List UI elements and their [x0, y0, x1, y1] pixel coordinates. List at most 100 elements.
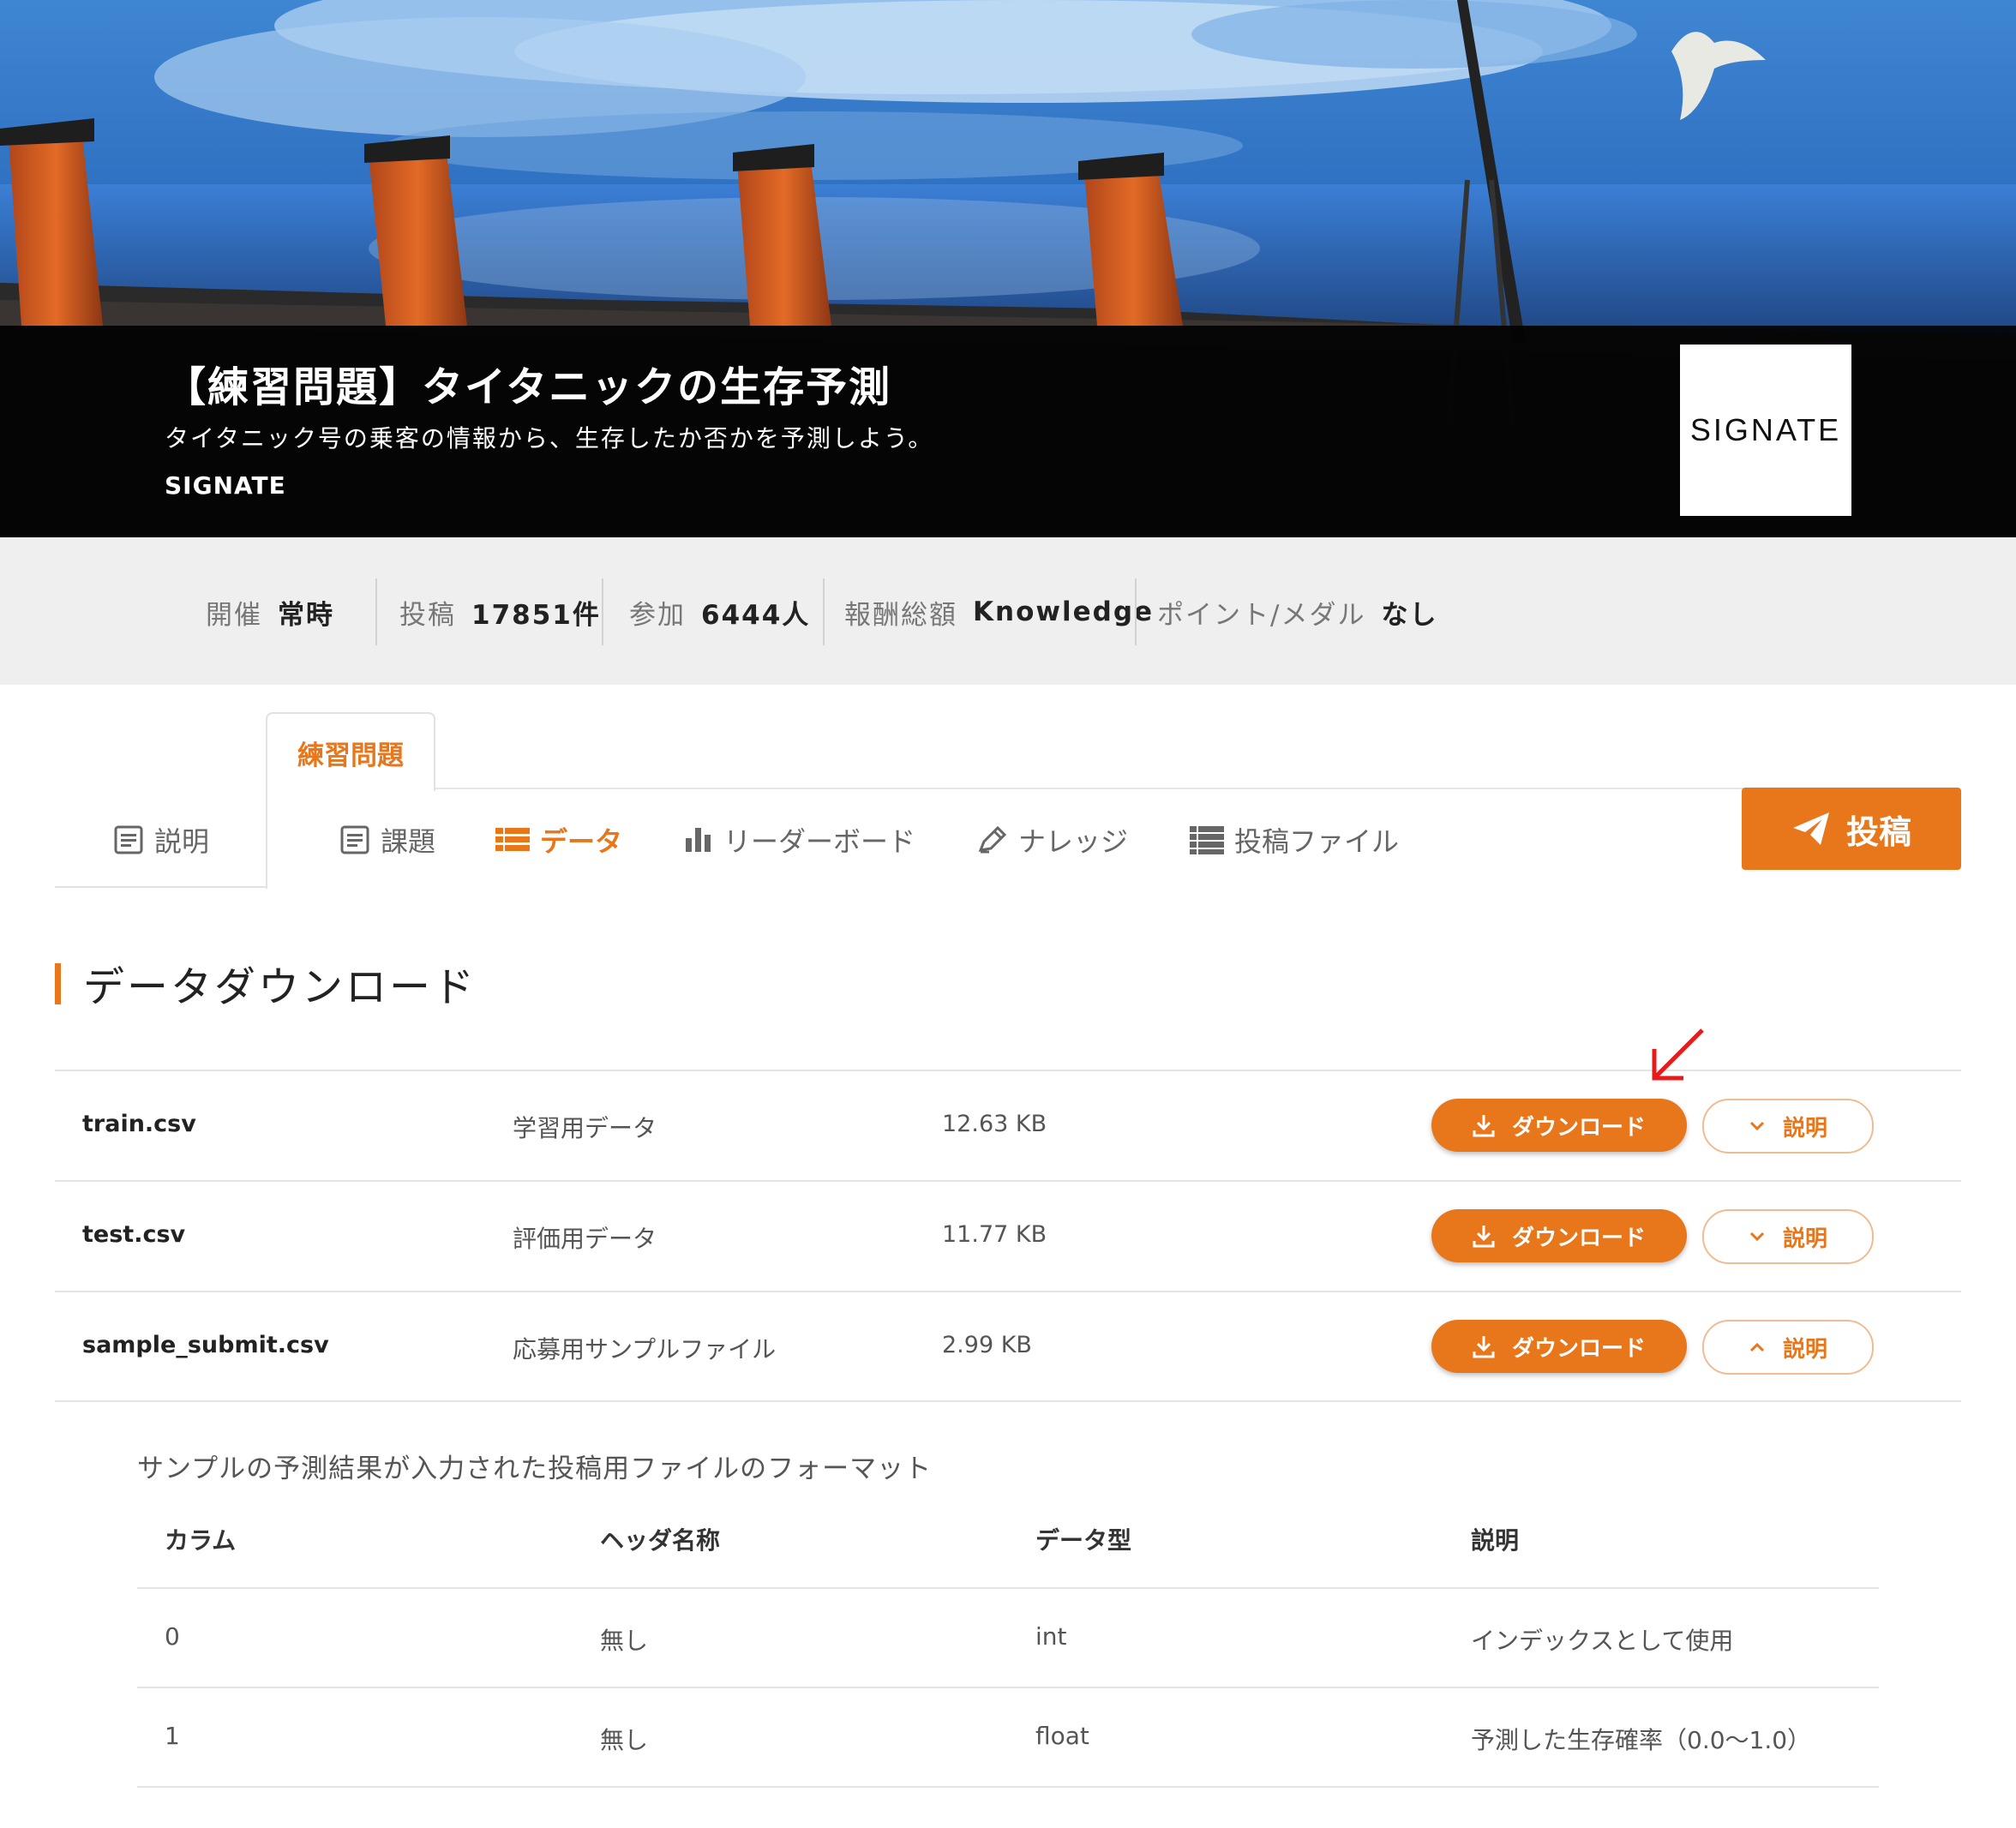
tab-practice[interactable]: 練習問題 [266, 712, 435, 791]
table-cell: インデックスとして使用 [1471, 1627, 1734, 1655]
stat-value: Knowledge [973, 596, 1155, 627]
table-divider [137, 1687, 1879, 1688]
tab-knowledge[interactable]: ナレッジ [977, 814, 1128, 866]
tab-leaderboard[interactable]: リーダーボード [684, 814, 915, 866]
stat-label: ポイント/メダル [1157, 599, 1366, 631]
file-name: sample_submit.csv [82, 1332, 329, 1358]
format-caption: サンプルの予測結果が入力された投稿用ファイルのフォーマット [137, 1453, 933, 1484]
download-label: ダウンロード [1511, 1335, 1646, 1362]
pencil-icon [977, 824, 1008, 855]
explain-label: 説明 [1782, 1115, 1827, 1142]
download-button[interactable]: ダウンロード [1431, 1320, 1687, 1373]
explain-toggle-button[interactable]: 説明 [1702, 1320, 1874, 1375]
column-header: カラム [165, 1526, 237, 1555]
table-cell: 無し [600, 1726, 649, 1754]
stat-reward: 報酬総額 Knowledge [844, 578, 1154, 645]
column-header: ヘッダ名称 [600, 1526, 721, 1555]
column-header: 説明 [1471, 1526, 1520, 1555]
document-icon [339, 824, 370, 855]
table-cell: 無し [600, 1627, 649, 1655]
table-cell: int [1035, 1622, 1067, 1651]
competition-title: 【練習問題】タイタニックの生存予測 [165, 363, 892, 411]
stat-period: 開催 常時 [206, 578, 334, 645]
submit-button[interactable]: 投稿 [1742, 788, 1961, 870]
file-description: 学習用データ [513, 1114, 657, 1142]
file-size: 12.63 KB [942, 1111, 1047, 1137]
competition-subtitle: タイタニック号の乗客の情報から、生存したか否かを予測しよう。 [165, 424, 934, 453]
row-divider [55, 1180, 1961, 1182]
chevron-down-icon [1749, 1232, 1765, 1242]
tab-data[interactable]: データ [495, 814, 622, 866]
stat-participants: 参加 6444人 [629, 578, 810, 645]
stat-value: 常時 [278, 599, 334, 631]
download-button[interactable]: ダウンロード [1431, 1209, 1687, 1262]
chevron-up-icon [1749, 1342, 1765, 1352]
tab-leaderboard-label: リーダーボード [723, 825, 916, 858]
divider [375, 578, 377, 645]
table-cell: 予測した生存確率（0.0〜1.0） [1471, 1726, 1812, 1754]
section-title: データダウンロード [83, 963, 477, 1011]
table-cell: 1 [165, 1722, 180, 1750]
bar-chart-icon [684, 824, 713, 855]
table-divider [137, 1587, 1879, 1589]
tab-submissions-label: 投稿ファイル [1234, 825, 1400, 858]
stat-label: 開催 [206, 599, 262, 631]
submit-button-label: 投稿 [1845, 812, 1911, 851]
explain-toggle-button[interactable]: 説明 [1702, 1209, 1874, 1264]
tab-description[interactable]: 説明 [113, 814, 209, 866]
tab-border [55, 886, 267, 888]
chevron-down-icon [1749, 1121, 1765, 1131]
stat-value: 6444人 [701, 599, 811, 631]
tab-data-label: データ [540, 825, 623, 858]
logo-text: SIGNATE [1689, 412, 1842, 447]
download-label: ダウンロード [1511, 1225, 1646, 1251]
organizer-logo[interactable]: SIGNATE [1680, 345, 1851, 516]
table-cell: float [1035, 1722, 1089, 1750]
file-description: 評価用データ [513, 1225, 657, 1253]
column-header: データ型 [1035, 1526, 1132, 1555]
file-size: 2.99 KB [942, 1332, 1032, 1358]
explain-toggle-button[interactable]: 説明 [1702, 1099, 1874, 1154]
table-divider [137, 1786, 1879, 1788]
table-icon [1190, 824, 1224, 855]
tab-practice-label: 練習問題 [297, 740, 404, 771]
tab-task[interactable]: 課題 [339, 814, 435, 866]
divider [1135, 578, 1137, 645]
row-divider [55, 1291, 1961, 1292]
file-size: 11.77 KB [942, 1221, 1047, 1248]
tab-description-label: 説明 [154, 825, 210, 858]
tab-submissions[interactable]: 投稿ファイル [1190, 814, 1399, 866]
stat-label: 報酬総額 [844, 599, 957, 631]
section-accent-bar [55, 963, 61, 1004]
download-icon [1473, 1115, 1495, 1137]
stat-value: なし [1381, 599, 1438, 631]
tab-border [266, 788, 267, 889]
hero-banner: 【練習問題】タイタニックの生存予測 タイタニック号の乗客の情報から、生存したか否… [0, 0, 2016, 537]
list-icon [495, 824, 530, 855]
tab-task-label: 課題 [381, 825, 436, 858]
download-icon [1473, 1336, 1495, 1358]
organizer-link[interactable]: SIGNATE [165, 471, 286, 500]
file-name: train.csv [82, 1111, 196, 1137]
paper-plane-icon [1792, 812, 1829, 845]
download-button[interactable]: ダウンロード [1431, 1099, 1687, 1152]
stat-value: 17851件 [471, 599, 601, 631]
explain-label: 説明 [1782, 1336, 1827, 1363]
file-description: 応募用サンプルファイル [513, 1335, 777, 1364]
stat-label: 参加 [629, 599, 686, 631]
tab-knowledge-label: ナレッジ [1018, 825, 1129, 858]
document-icon [113, 824, 144, 855]
table-cell: 0 [165, 1622, 180, 1651]
stat-points-medals: ポイント/メダル なし [1157, 578, 1437, 645]
stat-submissions: 投稿 17851件 [399, 578, 601, 645]
divider [602, 578, 603, 645]
download-icon [1473, 1226, 1495, 1248]
file-name: test.csv [82, 1221, 186, 1248]
competition-stats: 開催 常時 投稿 17851件 参加 6444人 報酬総額 Knowledge … [0, 537, 2016, 685]
row-divider [55, 1400, 1961, 1402]
divider [823, 578, 825, 645]
annotation-arrow-icon [1652, 1028, 1704, 1081]
stat-label: 投稿 [399, 599, 456, 631]
download-label: ダウンロード [1511, 1114, 1646, 1141]
tab-divider [432, 788, 1743, 789]
